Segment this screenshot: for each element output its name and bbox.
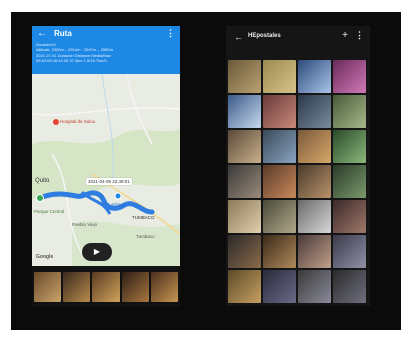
route-map[interactable]: Hospital de Solca Quito Parque Central C… bbox=[32, 74, 180, 266]
back-arrow-icon[interactable]: ← bbox=[37, 28, 47, 39]
play-button[interactable]: ▶ bbox=[82, 243, 112, 261]
photo-tile[interactable] bbox=[298, 200, 331, 233]
photo-tile[interactable] bbox=[263, 200, 296, 233]
route-stats: Duración% Altitude: 2300m – 2914m · 2547… bbox=[36, 42, 113, 64]
map-canvas bbox=[32, 74, 180, 266]
photo-tile[interactable] bbox=[333, 130, 366, 163]
timestamp-bubble: 2021-04-05 22:49:01 bbox=[86, 178, 132, 185]
photo-tile[interactable] bbox=[228, 235, 261, 268]
photo-tile[interactable] bbox=[228, 60, 261, 93]
route-stat-line: 09:42:05 06:42:39 37.4km 1.5/15.7km/h bbox=[36, 58, 107, 64]
map-label: Tumbaco bbox=[136, 234, 155, 239]
photo-thumbnail[interactable] bbox=[92, 272, 120, 302]
more-vert-icon[interactable]: ⋮ bbox=[355, 30, 364, 41]
photo-thumbnail[interactable] bbox=[121, 272, 149, 302]
photo-tile[interactable] bbox=[228, 95, 261, 128]
photo-thumbnail[interactable] bbox=[63, 272, 91, 302]
google-logo: Google bbox=[36, 254, 54, 260]
photo-tile[interactable] bbox=[263, 130, 296, 163]
photo-tile[interactable] bbox=[333, 235, 366, 268]
photo-tile[interactable] bbox=[228, 130, 261, 163]
photo-tile[interactable] bbox=[333, 165, 366, 198]
route-header: ← Ruta ⋮ Duración% Altitude: 2300m – 291… bbox=[32, 26, 180, 74]
photo-tile[interactable] bbox=[263, 235, 296, 268]
photo-tile[interactable] bbox=[333, 95, 366, 128]
photo-tile[interactable] bbox=[263, 60, 296, 93]
photo-tile[interactable] bbox=[333, 270, 366, 303]
photo-thumbnail[interactable] bbox=[150, 272, 179, 302]
map-label: Hospital de Solca bbox=[60, 119, 96, 124]
gallery-app-screen: ← HEpostales + ⋮ bbox=[226, 26, 370, 306]
photo-tile[interactable] bbox=[228, 200, 261, 233]
photo-tile[interactable] bbox=[263, 270, 296, 303]
map-label: Parque Central bbox=[34, 209, 65, 214]
gallery-title: HEpostales bbox=[248, 33, 281, 39]
photo-strip[interactable] bbox=[32, 270, 180, 304]
photo-tile[interactable] bbox=[298, 270, 331, 303]
photo-tile[interactable] bbox=[298, 235, 331, 268]
photo-tile[interactable] bbox=[298, 130, 331, 163]
route-title: Ruta bbox=[54, 29, 72, 38]
photo-tile[interactable] bbox=[228, 165, 261, 198]
plus-icon[interactable]: + bbox=[342, 30, 348, 41]
gallery-header: ← HEpostales + ⋮ bbox=[226, 26, 370, 58]
photo-grid bbox=[228, 60, 368, 303]
more-vert-icon[interactable]: ⋮ bbox=[166, 28, 175, 39]
map-label: Pueblo Viejo bbox=[72, 222, 98, 227]
back-arrow-icon[interactable]: ← bbox=[234, 32, 243, 42]
photo-thumbnail[interactable] bbox=[34, 272, 62, 302]
route-app-screen: ← Ruta ⋮ Duración% Altitude: 2300m – 291… bbox=[32, 26, 180, 306]
map-label: Cumbayá bbox=[106, 202, 126, 207]
photo-tile[interactable] bbox=[298, 165, 331, 198]
photo-tile[interactable] bbox=[263, 95, 296, 128]
play-icon: ▶ bbox=[93, 247, 101, 256]
map-label: Quito bbox=[35, 178, 50, 184]
photo-tile[interactable] bbox=[263, 165, 296, 198]
photo-tile[interactable] bbox=[298, 60, 331, 93]
photo-tile[interactable] bbox=[298, 95, 331, 128]
photo-tile[interactable] bbox=[228, 270, 261, 303]
map-label: TUMBACO bbox=[132, 215, 155, 220]
photo-tile[interactable] bbox=[333, 60, 366, 93]
photo-tile[interactable] bbox=[333, 200, 366, 233]
